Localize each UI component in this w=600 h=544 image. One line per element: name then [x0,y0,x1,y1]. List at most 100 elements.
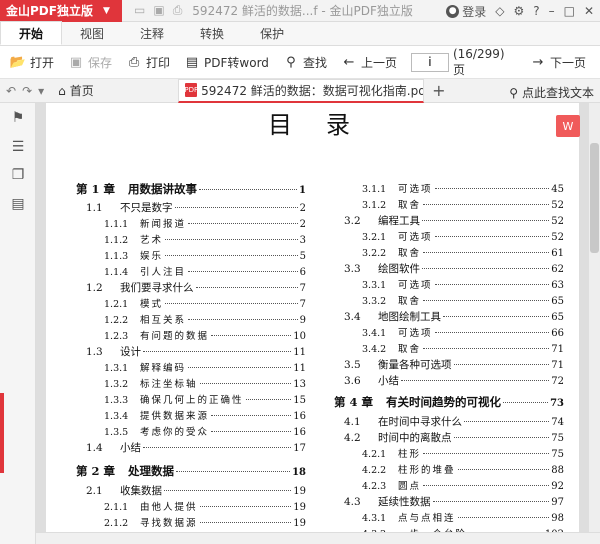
toc-entry[interactable]: 3.2.2 取舍 61 [362,245,564,259]
toc-entry-page: 2 [299,203,306,214]
toc-entry[interactable]: 1.2 我们要寻求什么 7 [86,280,306,295]
open-button[interactable]: 📂 打开 [10,54,54,71]
toc-entry-page: 88 [551,465,564,476]
toc-entry[interactable]: 1.3 设计 11 [86,344,306,359]
toc-entry-title: 有关时间趋势的可视化 [386,395,501,409]
annotation-list-icon[interactable]: ▤ [10,196,26,212]
minimize-icon[interactable]: – [549,4,555,18]
toc-entry[interactable]: 3.2 编程工具 52 [344,213,564,228]
toc-entry-number: 1.3.5 [104,427,129,438]
toc-entry[interactable]: 1.3.1 解释编码 11 [104,360,306,374]
toc-entry-title: 小结 [120,442,141,454]
find-button[interactable]: ⚲ 查找 [283,54,327,71]
toc-entry[interactable]: 3.1.1 可选项 45 [362,181,564,195]
save-icon[interactable]: ▣ [153,3,164,18]
toc-entry[interactable]: 3.4.2 取舍 71 [362,341,564,355]
redo-icon[interactable]: ↷ [22,84,32,98]
toc-entry[interactable]: 3.6 小结 72 [344,373,564,388]
toc-entry[interactable]: 1.2.2 相互关系 9 [104,312,306,326]
help-icon[interactable]: ? [533,4,539,18]
prev-page-button[interactable]: ← 上一页 [341,54,397,71]
toc-entry[interactable]: 3.4 地图绘制工具 65 [344,309,564,324]
document-viewport[interactable]: 目录 第 1 章用数据讲故事 1 1.1 不只是数字 2 1.1.1 新闻报道 2 1.1.2 艺… [36,103,600,544]
toc-entry-number: 3.4.1 [362,328,387,339]
toc-entry[interactable]: 3.3.1 可选项 63 [362,277,564,291]
toc-entry[interactable]: 2.1.2 寻找数据源 19 [104,515,306,529]
new-tab-icon[interactable]: + [432,81,445,100]
login-button[interactable]: ● 登录 [446,3,486,20]
pdf-to-word-float-icon[interactable]: W [556,115,580,137]
tab-annotate[interactable]: 注释 [122,21,182,45]
more-icon[interactable]: ▾ [38,84,44,98]
toc-entry[interactable]: 1.3.3 确保几何上的正确性 15 [104,392,306,406]
save-button[interactable]: ▣ 保存 [68,54,112,71]
toc-entry[interactable]: 2.1 收集数据 19 [86,483,306,498]
settings-icon[interactable]: ⚙ [513,4,524,18]
toc-entry[interactable]: 4.3.1 点与点相连 98 [362,510,564,524]
thumbnails-icon[interactable]: ❐ [10,167,26,183]
toc-entry[interactable]: 3.5 衡量各种可选项 71 [344,357,564,372]
toc-entry[interactable]: 1.1.4 引人注目 6 [104,264,306,278]
toc-entry[interactable]: 3.4.1 可选项 66 [362,325,564,339]
toc-leader-dots [434,236,550,237]
toc-entry[interactable]: 1.3.2 标注坐标轴 13 [104,376,306,390]
toc-entry[interactable]: 1.2.3 有问题的数据 10 [104,328,306,342]
next-page-button[interactable]: → 下一页 [530,54,586,71]
outline-list-icon[interactable]: ☰ [10,139,26,155]
toc-entry[interactable]: 4.3 延续性数据 97 [344,494,564,509]
tab-view[interactable]: 视图 [62,21,122,45]
toc-entry[interactable]: 1.1.1 新闻报道 2 [104,216,306,230]
tab-convert[interactable]: 转换 [182,21,242,45]
toc-entry-number: 3.2.1 [362,232,387,243]
toc-entry-page: 72 [551,376,564,387]
toc-leader-dots [199,189,298,190]
toc-entry[interactable]: 第 2 章处理数据 18 [76,463,306,479]
open-folder-icon[interactable]: ▭ [134,3,145,18]
toc-entry[interactable]: 1.4 小结 17 [86,440,306,455]
toc-entry[interactable]: 1.3.4 提供数据来源 16 [104,408,306,422]
close-icon[interactable]: ✕ [584,4,594,18]
toc-entry[interactable]: 3.3 绘图软件 62 [344,261,564,276]
toc-entry[interactable]: 4.2.2 柱形的堆叠 88 [362,462,564,476]
toc-leader-dots [457,469,550,470]
toc-entry-page: 45 [551,184,564,195]
title-bar: 金山PDF独立版 ▼ ▭ ▣ ⎙ 592472 鲜活的数据...f - 金山PD… [0,0,600,22]
vertical-scrollbar[interactable] [589,103,600,544]
toc-entry[interactable]: 2.1.1 由他人提供 19 [104,499,306,513]
document-tab-label: 592472 鲜活的数据：数据可视化指南.pdf [201,83,425,98]
toc-entry[interactable]: 4.1 在时间中寻求什么 74 [344,414,564,429]
toc-entry-number: 3.2 [344,215,361,227]
page-number-input[interactable] [410,52,449,72]
print-icon[interactable]: ⎙ [173,3,183,18]
toc-entry[interactable]: 1.1.3 娱乐 5 [104,248,306,262]
bookmark-icon[interactable]: ⚑ [10,110,26,126]
sidebar-collapse-handle[interactable] [0,393,4,473]
tab-home[interactable]: ⌂ 首页 [58,82,178,99]
tab-protect[interactable]: 保护 [242,21,302,45]
toc-entry[interactable]: 3.2.1 可选项 52 [362,229,564,243]
toc-title: 目录 [268,111,384,139]
toc-entry[interactable]: 4.2 时间中的离散点 75 [344,430,564,445]
toc-entry[interactable]: 3.1.2 取舍 52 [362,197,564,211]
toc-entry[interactable]: 1.1 不只是数字 2 [86,200,306,215]
horizontal-scrollbar[interactable] [36,532,600,544]
tab-document[interactable]: PDF 592472 鲜活的数据：数据可视化指南.pdf ✕ [178,78,425,103]
print-button[interactable]: ⎙ 打印 [126,54,170,71]
pdf-to-word-button[interactable]: ▤ PDF转word [184,54,269,71]
toc-entry[interactable]: 第 1 章用数据讲故事 1 [76,181,306,197]
app-menu-button[interactable]: 金山PDF独立版 ▼ [0,0,122,22]
toc-entry[interactable]: 4.2.1 柱形 75 [362,446,564,460]
tab-start[interactable]: 开始 [0,21,63,45]
toc-entry[interactable]: 1.1.2 艺术 3 [104,232,306,246]
toc-entry-number: 1.2.2 [104,315,129,326]
undo-icon[interactable]: ↶ [6,84,16,98]
skin-icon[interactable]: ◇ [495,4,504,18]
toc-entry[interactable]: 4.2.3 圆点 92 [362,478,564,492]
scrollbar-thumb[interactable] [590,143,599,253]
find-text-box[interactable]: ⚲ 点此查找文本 [509,84,594,101]
toc-entry[interactable]: 1.3.5 考虑你的受众 16 [104,424,306,438]
toc-entry[interactable]: 第 4 章有关时间趋势的可视化 73 [334,394,564,410]
maximize-icon[interactable]: □ [564,4,575,18]
toc-entry[interactable]: 1.2.1 模式 7 [104,296,306,310]
toc-entry[interactable]: 3.3.2 取舍 65 [362,293,564,307]
